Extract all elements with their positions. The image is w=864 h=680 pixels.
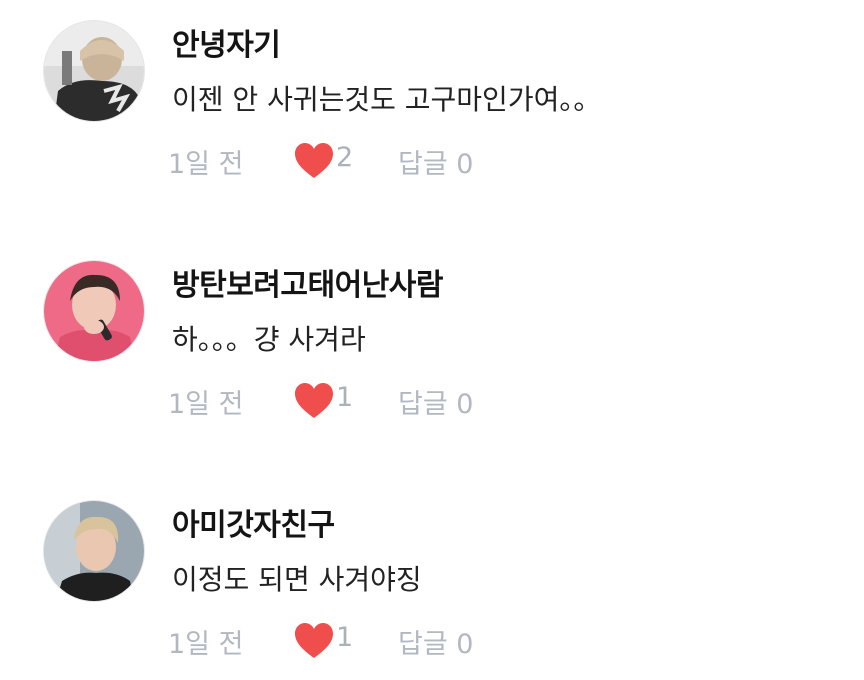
like-count: 1: [336, 382, 354, 413]
reply-label: 답글: [398, 149, 448, 180]
comment-item: 아미갓자친구 이정도 되면 사겨야징 1일 전 1 답글 0: [0, 480, 864, 680]
heart-icon: [294, 142, 334, 180]
like-count: 1: [336, 622, 354, 653]
username[interactable]: 방탄보려고태어난사람: [172, 260, 444, 304]
avatar[interactable]: [44, 261, 144, 361]
reply-count: 0: [456, 389, 474, 420]
reply-button[interactable]: 답글 0: [398, 142, 473, 181]
avatar[interactable]: [44, 501, 144, 601]
timestamp: 1일 전: [168, 149, 244, 180]
username[interactable]: 아미갓자친구: [172, 500, 335, 544]
timestamp: 1일 전: [168, 629, 244, 660]
reply-count: 0: [456, 629, 474, 660]
reply-label: 답글: [398, 629, 448, 660]
comment-text: 이정도 되면 사겨야징: [172, 563, 422, 596]
reply-button[interactable]: 답글 0: [398, 622, 473, 661]
reply-button[interactable]: 답글 0: [398, 382, 473, 421]
reply-count: 0: [456, 149, 474, 180]
comment-item: 안녕자기 이젠 안 사귀는것도 고구마인가여。。 1일 전 2 답글 0: [0, 0, 864, 200]
like-count: 2: [336, 142, 354, 173]
heart-icon: [294, 382, 334, 420]
comment-text: 하。。。걍 사겨라: [172, 323, 366, 356]
timestamp: 1일 전: [168, 389, 244, 420]
avatar-photo: [44, 501, 144, 601]
avatar[interactable]: [44, 21, 144, 121]
comment-item: 방탄보려고태어난사람 하。。。걍 사겨라 1일 전 1 답글 0: [0, 240, 864, 440]
comment-text: 이젠 안 사귀는것도 고구마인가여。。: [172, 83, 602, 116]
reply-label: 답글: [398, 389, 448, 420]
avatar-photo: [44, 261, 144, 361]
avatar-photo: [44, 21, 144, 121]
username[interactable]: 안녕자기: [172, 20, 281, 64]
heart-icon: [294, 622, 334, 660]
